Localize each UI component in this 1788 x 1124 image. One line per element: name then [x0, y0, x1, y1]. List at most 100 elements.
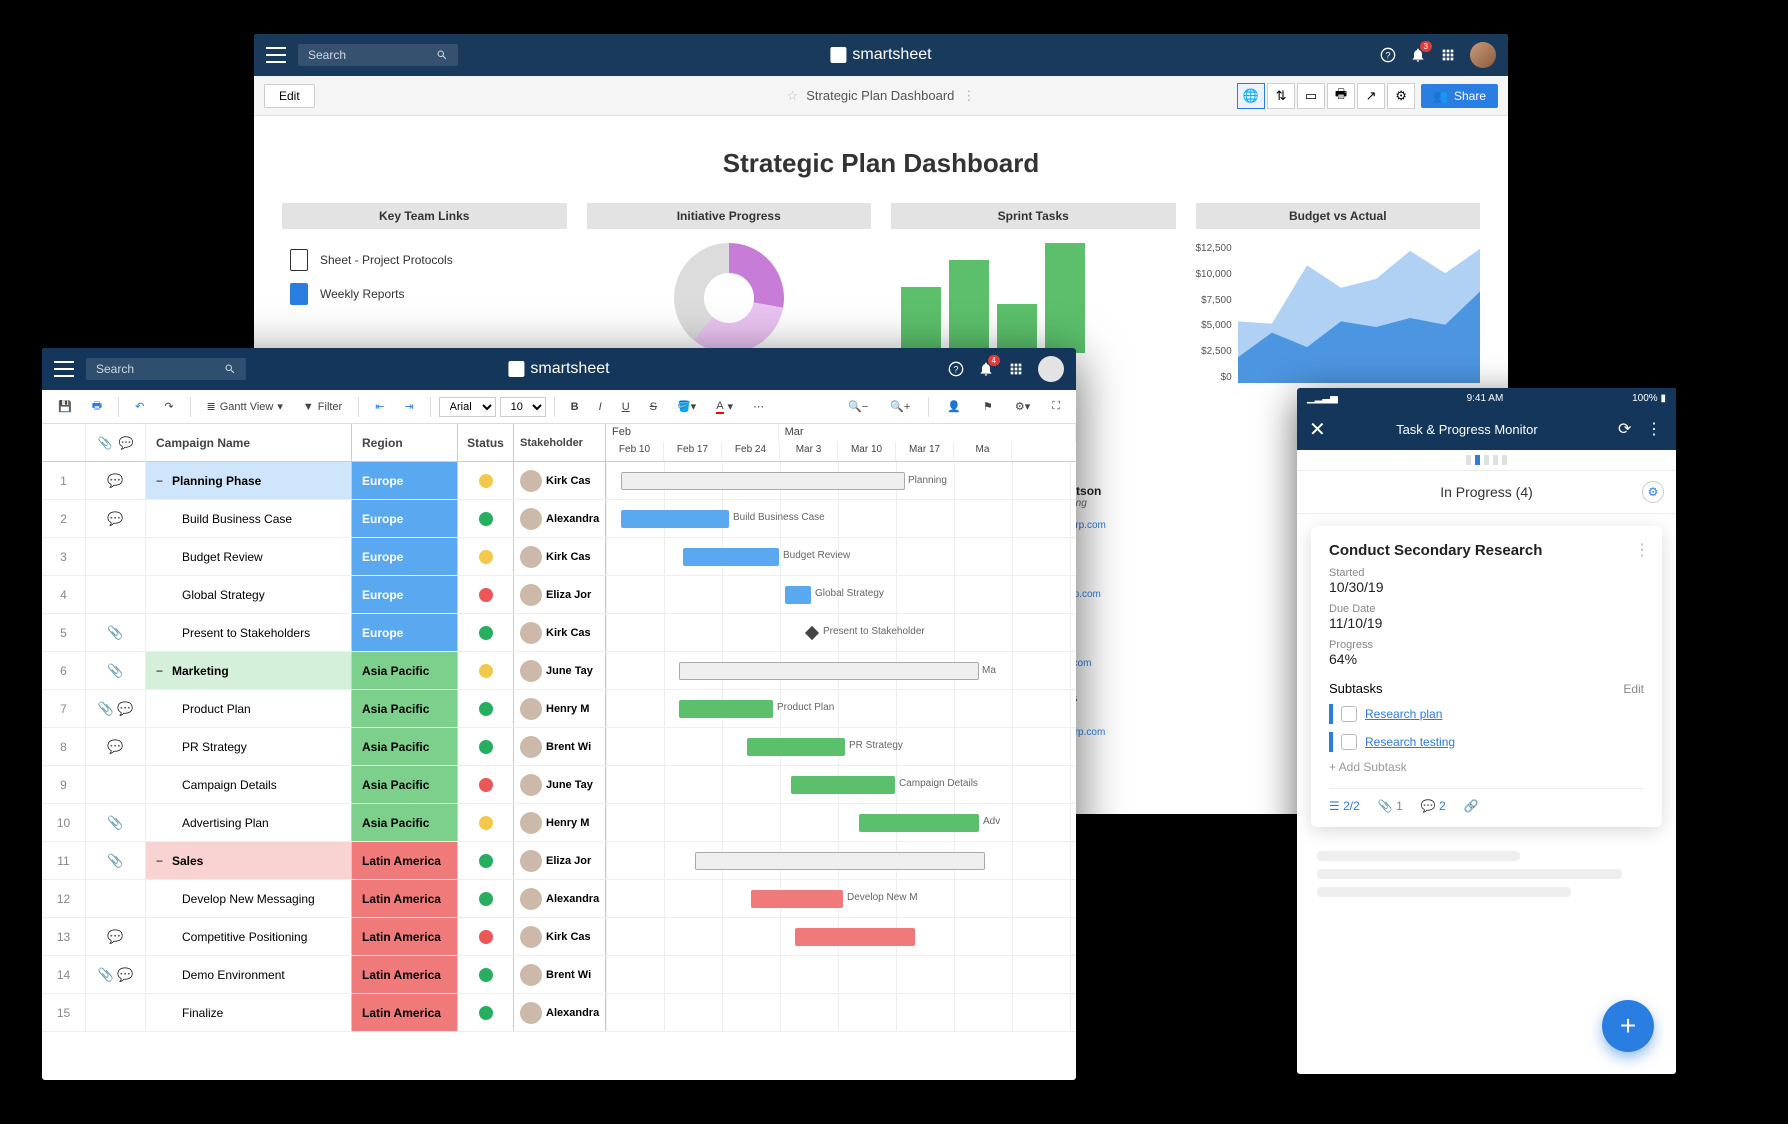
notification-icon[interactable]: 3: [1410, 47, 1426, 63]
gantt-lane[interactable]: Develop New M: [606, 880, 1076, 917]
checklist-icon[interactable]: ☰ 2/2: [1329, 799, 1360, 813]
table-row[interactable]: 4 Global Strategy Europe Eliza Jor Globa…: [42, 576, 1076, 614]
row-icons[interactable]: 💬: [86, 728, 146, 765]
table-row[interactable]: 3 Budget Review Europe Kirk Cas Budget R…: [42, 538, 1076, 576]
cell-region[interactable]: Asia Pacific: [352, 766, 458, 803]
card-more-icon[interactable]: ⋮: [1634, 540, 1650, 560]
menu-icon[interactable]: [54, 361, 74, 377]
cell-status[interactable]: [458, 690, 514, 727]
share-button[interactable]: 👥 Share: [1421, 84, 1498, 108]
cell-stakeholder[interactable]: June Tay: [514, 652, 606, 689]
row-icons[interactable]: 📎: [86, 652, 146, 689]
cell-region[interactable]: Asia Pacific: [352, 804, 458, 841]
menu-icon[interactable]: [266, 47, 286, 63]
team-link[interactable]: Weekly Reports: [282, 277, 567, 311]
more-format-icon[interactable]: ⋯: [745, 397, 772, 416]
cell-name[interactable]: Product Plan: [146, 690, 352, 727]
cell-stakeholder[interactable]: Alexandra: [514, 880, 606, 917]
col-header-name[interactable]: Campaign Name: [146, 424, 352, 462]
row-icons[interactable]: 📎: [86, 804, 146, 841]
present-button[interactable]: ▭: [1297, 83, 1325, 109]
gantt-lane[interactable]: Product Plan: [606, 690, 1076, 727]
apps-icon[interactable]: [1008, 361, 1024, 377]
table-row[interactable]: 2 💬 Build Business Case Europe Alexandra…: [42, 500, 1076, 538]
table-row[interactable]: 10 📎 Advertising Plan Asia Pacific Henry…: [42, 804, 1076, 842]
subtask-item[interactable]: Research testing: [1329, 732, 1644, 752]
cell-stakeholder[interactable]: Kirk Cas: [514, 462, 606, 499]
row-icons[interactable]: [86, 766, 146, 803]
activity-button[interactable]: ⇅: [1267, 83, 1295, 109]
cell-name[interactable]: Present to Stakeholders: [146, 614, 352, 651]
table-row[interactable]: 13 💬 Competitive Positioning Latin Ameri…: [42, 918, 1076, 956]
team-link[interactable]: Sheet - Project Protocols: [282, 243, 567, 277]
cell-region[interactable]: Europe: [352, 538, 458, 575]
star-icon[interactable]: ☆: [787, 88, 799, 104]
gear-icon[interactable]: ⚙: [1642, 481, 1664, 503]
row-icons[interactable]: [86, 994, 146, 1031]
cell-region[interactable]: Asia Pacific: [352, 728, 458, 765]
cell-status[interactable]: [458, 804, 514, 841]
add-fab[interactable]: +: [1602, 1000, 1654, 1052]
outdent-icon[interactable]: ⇤: [367, 397, 392, 416]
publish-button[interactable]: ↗: [1357, 83, 1385, 109]
cell-status[interactable]: [458, 994, 514, 1031]
attachment-icon[interactable]: 📎 1: [1378, 799, 1403, 813]
cell-name[interactable]: Campaign Details: [146, 766, 352, 803]
table-row[interactable]: 8 💬 PR Strategy Asia Pacific Brent Wi PR…: [42, 728, 1076, 766]
settings-icon[interactable]: ⚙▾: [1007, 397, 1038, 416]
cell-stakeholder[interactable]: Eliza Jor: [514, 576, 606, 613]
cell-region[interactable]: Latin America: [352, 918, 458, 955]
cell-region[interactable]: Latin America: [352, 842, 458, 879]
cell-region[interactable]: Europe: [352, 462, 458, 499]
cell-name[interactable]: Advertising Plan: [146, 804, 352, 841]
row-icons[interactable]: 💬: [86, 918, 146, 955]
row-icons[interactable]: 💬: [86, 462, 146, 499]
cell-status[interactable]: [458, 956, 514, 993]
cell-stakeholder[interactable]: Kirk Cas: [514, 918, 606, 955]
cell-status[interactable]: [458, 462, 514, 499]
task-card[interactable]: ⋮ Conduct Secondary Research Started 10/…: [1311, 526, 1662, 827]
comment-icon[interactable]: 💬 2: [1421, 799, 1446, 813]
redo-icon[interactable]: ↷: [156, 397, 181, 416]
cell-status[interactable]: [458, 576, 514, 613]
cell-status[interactable]: [458, 766, 514, 803]
col-header-region[interactable]: Region: [352, 424, 458, 462]
notification-icon[interactable]: 4: [978, 361, 994, 377]
cell-status[interactable]: [458, 918, 514, 955]
row-icons[interactable]: 💬: [86, 500, 146, 537]
gantt-lane[interactable]: [606, 918, 1076, 955]
strike-icon[interactable]: S: [642, 398, 665, 416]
checkbox-icon[interactable]: [1341, 734, 1357, 750]
cell-stakeholder[interactable]: June Tay: [514, 766, 606, 803]
table-row[interactable]: 11 📎 −Sales Latin America Eliza Jor: [42, 842, 1076, 880]
zoom-in-icon[interactable]: 🔍+: [882, 397, 918, 416]
fill-color-icon[interactable]: 🪣▾: [669, 397, 704, 416]
cell-region[interactable]: Asia Pacific: [352, 690, 458, 727]
undo-icon[interactable]: ↶: [127, 397, 152, 416]
cell-status[interactable]: [458, 614, 514, 651]
text-color-icon[interactable]: A▾: [708, 397, 741, 417]
cell-status[interactable]: [458, 652, 514, 689]
globe-button[interactable]: 🌐: [1237, 83, 1265, 109]
assign-icon[interactable]: 👤: [939, 397, 969, 416]
table-row[interactable]: 12 Develop New Messaging Latin America A…: [42, 880, 1076, 918]
print-icon[interactable]: 🖶: [84, 394, 110, 419]
cell-stakeholder[interactable]: Brent Wi: [514, 728, 606, 765]
cell-region[interactable]: Asia Pacific: [352, 652, 458, 689]
cell-status[interactable]: [458, 880, 514, 917]
refresh-icon[interactable]: ⟳: [1618, 419, 1636, 439]
cell-region[interactable]: Europe: [352, 500, 458, 537]
edit-button[interactable]: Edit: [264, 84, 315, 108]
cell-name[interactable]: Develop New Messaging: [146, 880, 352, 917]
bold-icon[interactable]: B: [563, 398, 587, 416]
cell-name[interactable]: Global Strategy: [146, 576, 352, 613]
cell-stakeholder[interactable]: Alexandra: [514, 500, 606, 537]
print-button[interactable]: 🖶: [1327, 83, 1355, 109]
cell-name[interactable]: Demo Environment: [146, 956, 352, 993]
table-row[interactable]: 15 Finalize Latin America Alexandra: [42, 994, 1076, 1032]
user-avatar[interactable]: [1470, 42, 1496, 68]
table-row[interactable]: 14 📎 💬 Demo Environment Latin America Br…: [42, 956, 1076, 994]
close-icon[interactable]: ✕: [1309, 417, 1326, 442]
cell-stakeholder[interactable]: Kirk Cas: [514, 538, 606, 575]
table-row[interactable]: 1 💬 −Planning Phase Europe Kirk Cas Plan…: [42, 462, 1076, 500]
